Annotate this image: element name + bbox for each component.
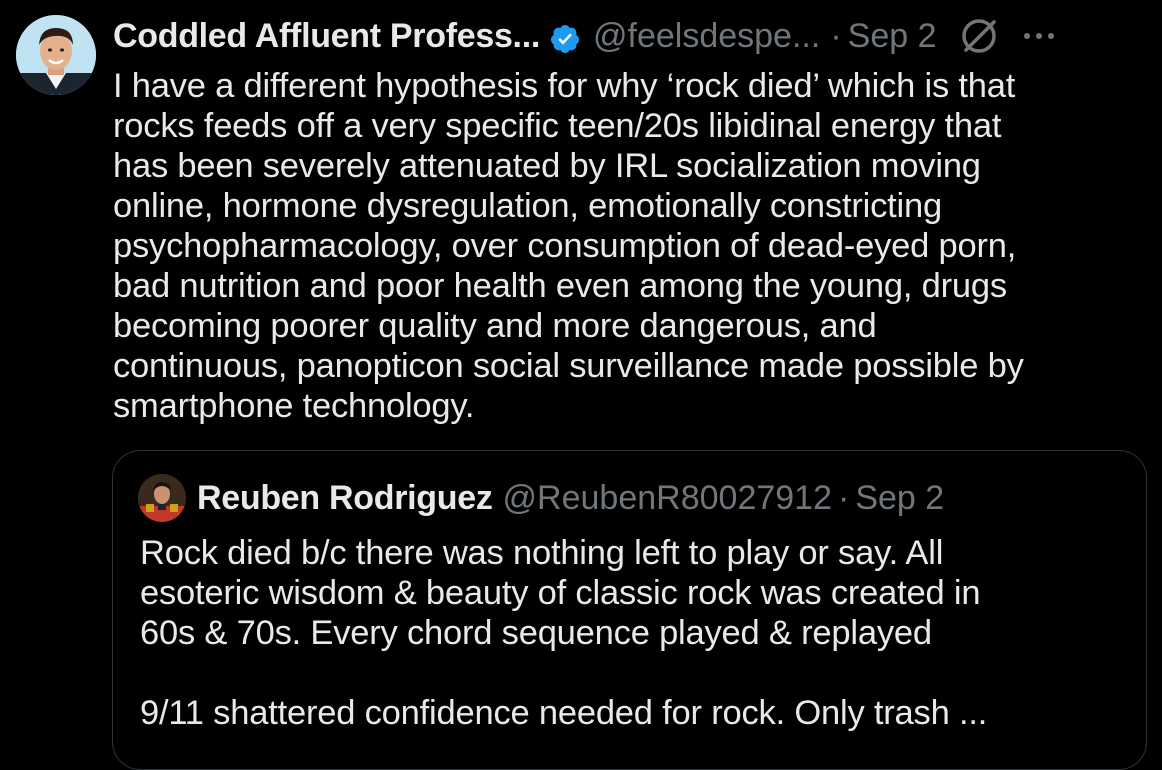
tweet-text: I have a different hypothesis for why ‘r… bbox=[113, 66, 1158, 426]
tweet-text-line: online, hormone dysregulation, emotional… bbox=[113, 187, 942, 225]
quoted-text-line: 60s & 70s. Every chord sequence played &… bbox=[140, 614, 932, 652]
tweet-text-line: bad nutrition and poor health even among… bbox=[113, 267, 1007, 305]
verified-badge-icon bbox=[549, 20, 581, 53]
quoted-header-separator: · bbox=[838, 479, 850, 517]
tweet[interactable]: Coddled Affluent Profess... @feelsdespe.… bbox=[0, 0, 1162, 770]
author-avatar-image bbox=[16, 15, 96, 95]
author-handle[interactable]: @feelsdespe... bbox=[593, 12, 820, 60]
tweet-text-line: has been severely attenuated by IRL soci… bbox=[113, 147, 981, 185]
tweet-date[interactable]: Sep 2 bbox=[848, 12, 937, 60]
quoted-tweet-header: Reuben Rodriguez @ReubenR80027912 · Sep … bbox=[197, 476, 944, 520]
tweet-header: Coddled Affluent Profess... @feelsdespe.… bbox=[113, 12, 1153, 60]
tweet-text-line: psychopharmacology, over consumption of … bbox=[113, 227, 1017, 265]
header-separator: · bbox=[830, 17, 842, 55]
quoted-tweet-card[interactable]: Reuben Rodriguez @ReubenR80027912 · Sep … bbox=[112, 450, 1147, 770]
quoted-author-avatar bbox=[138, 474, 186, 522]
tweet-text-line: I have a different hypothesis for why ‘r… bbox=[113, 67, 1016, 105]
quoted-tweet-date: Sep 2 bbox=[855, 479, 945, 517]
author-avatar[interactable] bbox=[16, 15, 96, 95]
quoted-text-line bbox=[140, 653, 1140, 693]
quoted-author-display-name: Reuben Rodriguez bbox=[197, 479, 493, 517]
quoted-text-line: esoteric wisdom & beauty of classic rock… bbox=[140, 574, 981, 612]
tweet-text-line: smartphone technology. bbox=[113, 387, 475, 425]
more-dots-icon[interactable] bbox=[1019, 16, 1059, 56]
tweet-text-line: continuous, panopticon social surveillan… bbox=[113, 347, 1024, 385]
quoted-text-line: Rock died b/c there was nothing left to … bbox=[140, 534, 944, 572]
quoted-author-avatar-image bbox=[138, 474, 186, 522]
tweet-text-line: rocks feeds off a very specific teen/20s… bbox=[113, 107, 1002, 145]
tweet-text-line: becoming poorer quality and more dangero… bbox=[113, 307, 877, 345]
quoted-author-handle: @ReubenR80027912 bbox=[502, 479, 832, 517]
quoted-text-line: 9/11 shattered confidence needed for roc… bbox=[140, 694, 988, 732]
quoted-tweet-text: Rock died b/c there was nothing left to … bbox=[140, 533, 1140, 733]
author-display-name[interactable]: Coddled Affluent Profess... bbox=[113, 12, 540, 60]
grok-icon[interactable] bbox=[957, 14, 1001, 58]
